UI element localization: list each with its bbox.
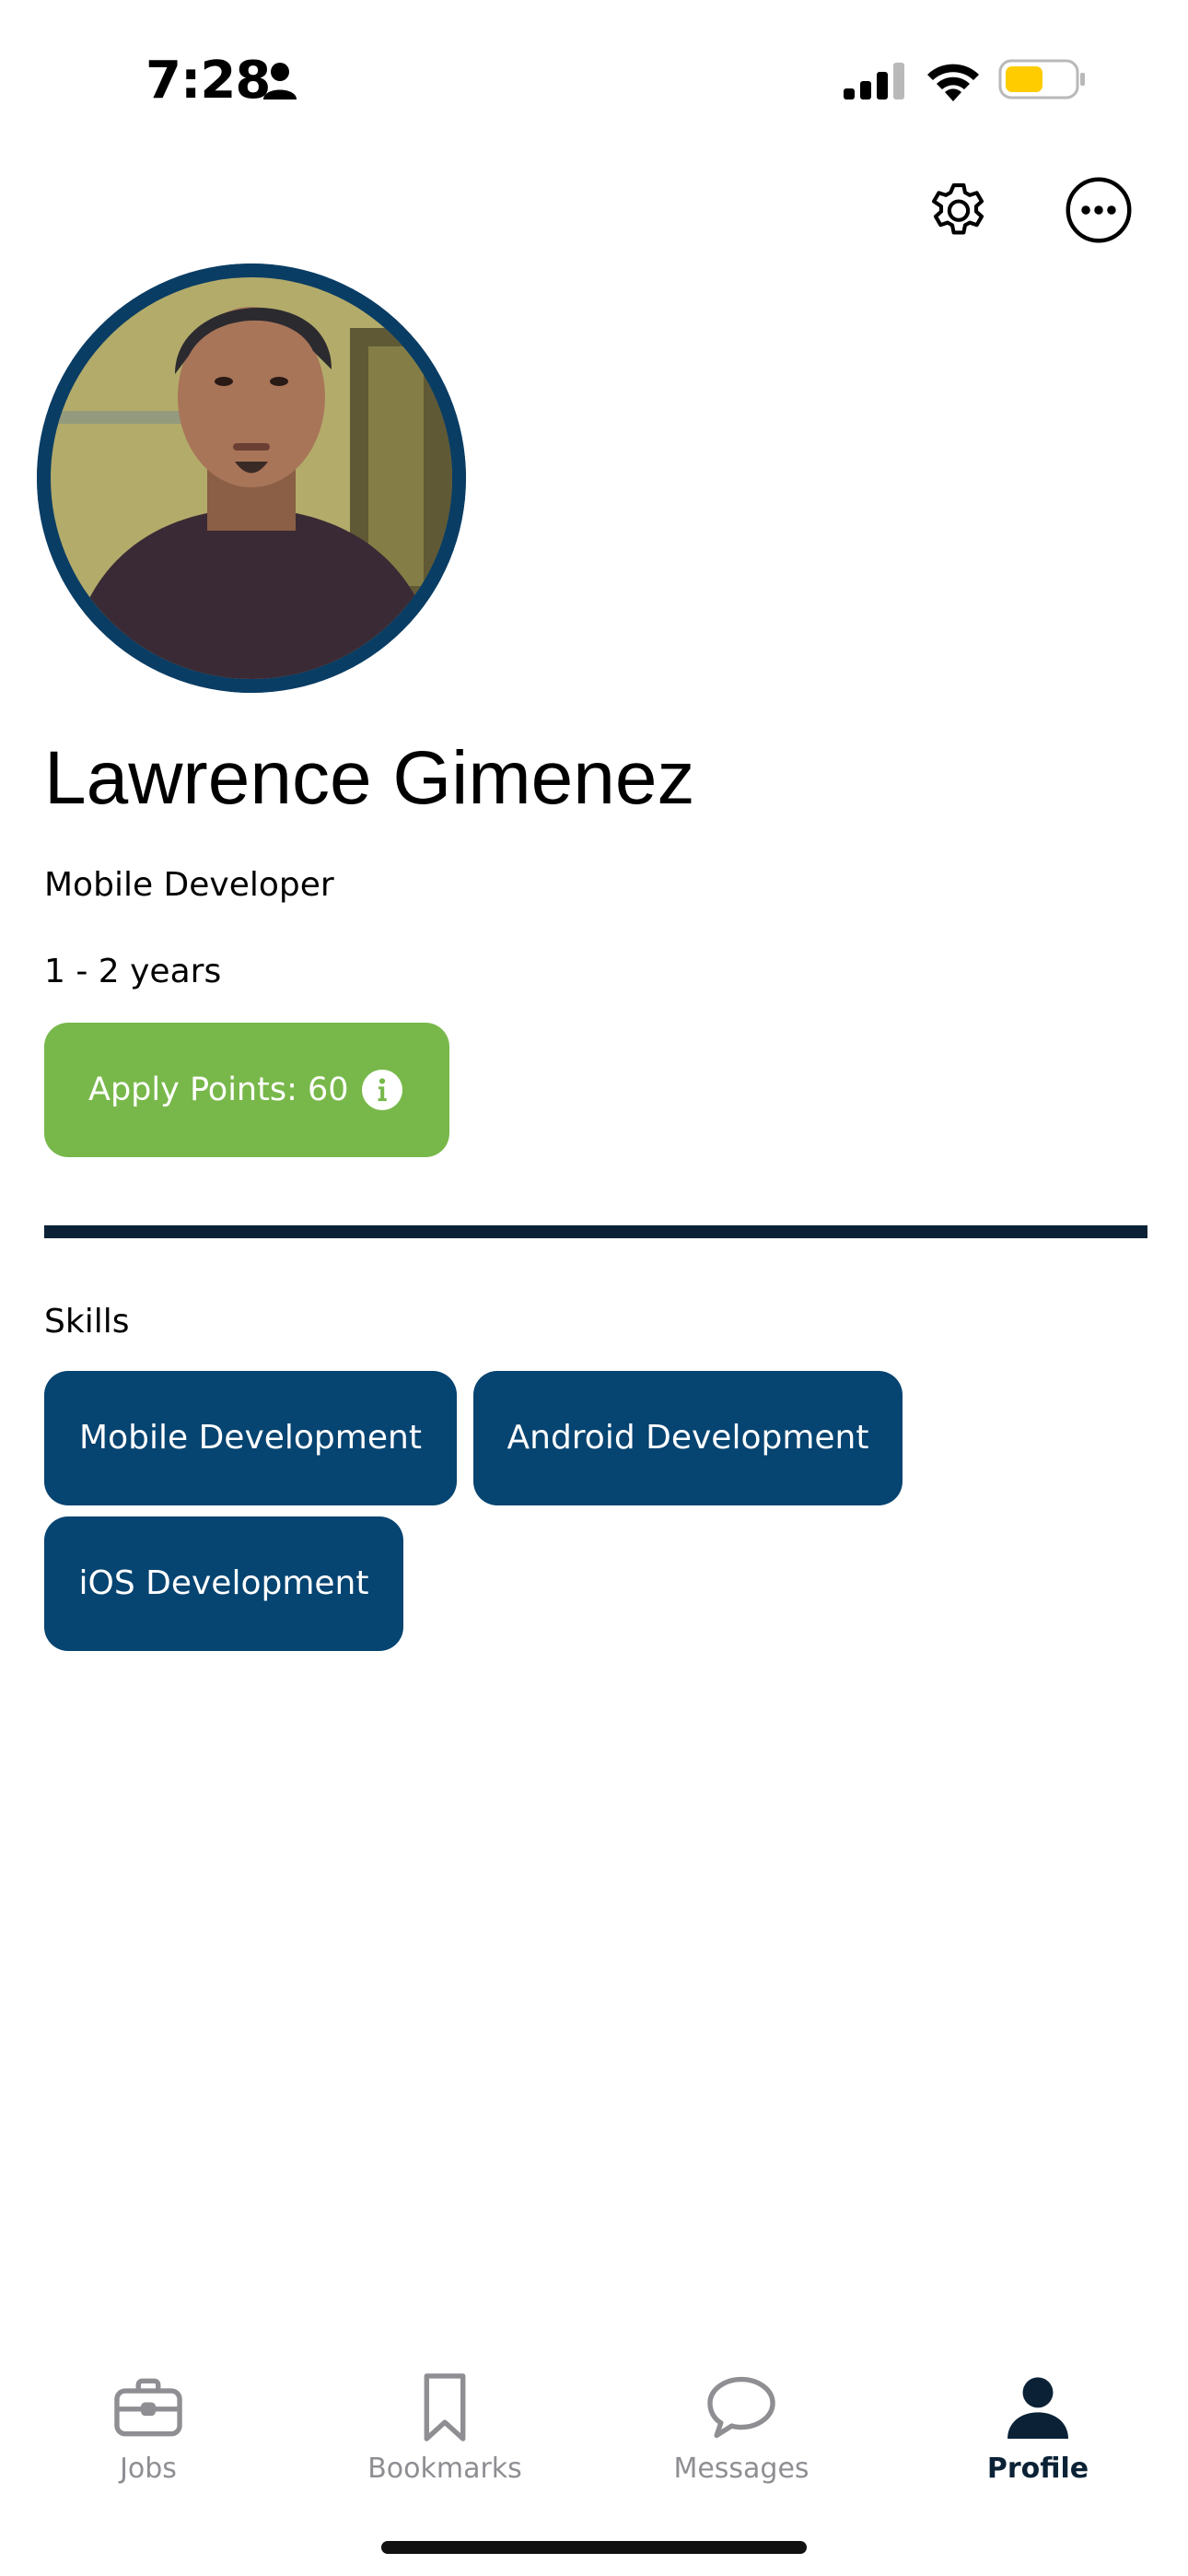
tab-profile[interactable]: Profile — [890, 2340, 1186, 2488]
bottom-tab-bar: Jobs Bookmarks Messages Profile — [0, 2340, 1188, 2488]
wifi-icon — [927, 64, 979, 101]
avatar[interactable] — [37, 263, 466, 693]
apply-points-button[interactable]: Apply Points: 60 — [44, 1023, 449, 1157]
chat-bubble-icon — [707, 2376, 775, 2439]
profile-experience: 1 - 2 years — [44, 953, 222, 990]
tab-jobs[interactable]: Jobs — [0, 2340, 297, 2488]
briefcase-icon — [114, 2378, 182, 2437]
section-divider — [44, 1225, 1147, 1238]
tab-label: Jobs — [120, 2453, 177, 2485]
profile-job-title: Mobile Developer — [44, 866, 334, 904]
cellular-signal-icon — [844, 63, 904, 100]
profile-name: Lawrence Gimenez — [44, 736, 695, 820]
battery-icon — [998, 59, 1085, 100]
status-time: 7:28 — [146, 51, 271, 111]
bookmark-icon — [424, 2373, 466, 2441]
skills-heading: Skills — [44, 1303, 130, 1341]
more-horizontal-icon — [1066, 177, 1132, 243]
tab-messages[interactable]: Messages — [593, 2340, 890, 2488]
apply-points-label: Apply Points: 60 — [88, 1071, 349, 1108]
settings-button[interactable] — [924, 175, 994, 245]
tab-label: Profile — [986, 2453, 1089, 2485]
skill-chip[interactable]: Mobile Development — [44, 1371, 457, 1505]
status-bar: 7:28 — [0, 0, 1188, 157]
tab-label: Bookmarks — [367, 2453, 522, 2485]
tab-bookmarks[interactable]: Bookmarks — [297, 2340, 593, 2488]
person-status-icon — [263, 63, 297, 100]
person-icon — [1007, 2377, 1068, 2440]
profile-photo — [37, 263, 466, 693]
skill-chip[interactable]: Android Development — [473, 1371, 903, 1505]
home-indicator[interactable] — [381, 2541, 807, 2554]
skill-chip[interactable]: iOS Development — [44, 1516, 403, 1651]
tab-label: Messages — [673, 2453, 809, 2485]
gear-icon — [932, 183, 984, 235]
info-icon[interactable] — [362, 1070, 402, 1110]
more-options-button[interactable] — [1064, 175, 1134, 245]
